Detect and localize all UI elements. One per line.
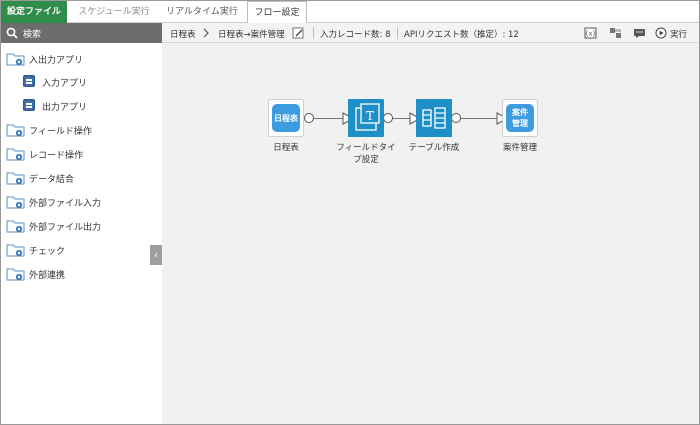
- category-label: チェック: [29, 247, 66, 257]
- category-data-join[interactable]: データ結合: [1, 169, 162, 187]
- node-icon-text-line: 管理: [512, 119, 528, 128]
- category-label: フィールド操作: [29, 127, 92, 137]
- breadcrumb-flow: 日程表→案件管理: [218, 30, 285, 40]
- category-label: 外部連携: [29, 271, 66, 281]
- node-label: テーブル作成: [408, 143, 460, 153]
- flow-node-field-type[interactable]: T: [348, 99, 384, 137]
- category-external-file-input[interactable]: 外部ファイル入力: [1, 193, 162, 211]
- node-icon-text: 日程表: [274, 114, 298, 123]
- search-icon: [6, 27, 18, 39]
- output-port[interactable]: [304, 113, 314, 123]
- app-icon: [23, 99, 35, 111]
- folder-gear-icon: [6, 220, 25, 233]
- component-sidebar: 検索 入出力アプリ 入力アプリ 出力アプリ フィールド操作 レコード操作 データ…: [1, 23, 162, 424]
- category-label: 外部ファイル入力: [29, 199, 102, 209]
- item-label: 出力アプリ: [42, 103, 88, 113]
- category-label: レコード操作: [29, 151, 84, 161]
- item-input-app[interactable]: 入力アプリ: [1, 73, 162, 91]
- item-output-app[interactable]: 出力アプリ: [1, 97, 162, 115]
- play-circle-icon[interactable]: [655, 27, 667, 39]
- api-request-estimate: APIリクエスト数（推定）: 12: [404, 30, 519, 40]
- folder-gear-icon: [6, 196, 25, 209]
- flow-node-schedule[interactable]: 日程表: [268, 99, 304, 137]
- node-label: 案件管理: [502, 143, 537, 153]
- category-io-apps[interactable]: 入出力アプリ: [1, 50, 162, 68]
- layout-icon[interactable]: [609, 27, 622, 39]
- input-record-count: 入力レコード数: 8: [320, 30, 391, 40]
- category-field-ops[interactable]: フィールド操作: [1, 121, 162, 139]
- tab-realtime-run[interactable]: リアルタイム実行: [159, 1, 245, 23]
- folder-gear-icon: [6, 244, 25, 257]
- run-button[interactable]: 実行: [670, 28, 687, 40]
- flow-toolbar: 日程表 日程表→案件管理 入力レコード数: 8 APIリクエスト数（推定）: 1…: [162, 23, 699, 43]
- main-tab-bar: 設定ファイル スケジュール実行 リアルタイム実行 フロー設定: [1, 1, 699, 24]
- category-record-ops[interactable]: レコード操作: [1, 145, 162, 163]
- node-label: 日程表: [273, 143, 299, 153]
- search-bar[interactable]: 検索: [1, 23, 162, 43]
- item-label: 入力アプリ: [42, 79, 88, 89]
- category-external-integration[interactable]: 外部連携: [1, 265, 162, 283]
- svg-text:{x}: {x}: [585, 31, 596, 38]
- folder-gear-icon: [6, 172, 25, 185]
- chevron-right-icon: [203, 28, 209, 38]
- flow-node-project-management[interactable]: 案件 管理: [502, 99, 538, 137]
- flow-workspace: 日程表 日程表→案件管理 入力レコード数: 8 APIリクエスト数（推定）: 1…: [162, 23, 699, 424]
- sidebar-collapse-button[interactable]: ‹: [150, 245, 162, 265]
- tab-scheduled-run[interactable]: スケジュール実行: [71, 1, 157, 23]
- connector-line: [454, 118, 501, 119]
- tab-settings-file[interactable]: 設定ファイル: [1, 1, 67, 23]
- node-label-line: プ設定: [353, 155, 379, 165]
- output-port[interactable]: [451, 113, 461, 123]
- category-label: 入出力アプリ: [29, 56, 84, 66]
- folder-gear-icon: [6, 53, 25, 66]
- breadcrumb-root[interactable]: 日程表: [170, 28, 196, 40]
- edit-icon[interactable]: [292, 27, 305, 39]
- comment-icon[interactable]: [633, 27, 646, 39]
- search-label: 検索: [23, 29, 42, 40]
- category-label: 外部ファイル出力: [29, 223, 102, 233]
- node-icon-text: T: [365, 109, 374, 123]
- toolbar-divider: [397, 27, 398, 39]
- folder-gear-icon: [6, 124, 25, 137]
- toolbar-divider: [313, 27, 314, 39]
- category-check[interactable]: チェック: [1, 241, 162, 259]
- node-label: フィールドタイ プ設定: [331, 142, 401, 166]
- output-port[interactable]: [383, 113, 393, 123]
- category-label: データ結合: [29, 175, 75, 185]
- variables-icon[interactable]: {x}: [584, 27, 597, 39]
- category-external-file-output[interactable]: 外部ファイル出力: [1, 217, 162, 235]
- node-icon-text-line: 案件: [512, 108, 528, 117]
- folder-gear-icon: [6, 268, 25, 281]
- node-label-line: フィールドタイ: [336, 143, 396, 153]
- app-icon: [23, 75, 35, 87]
- node-icon-text: 案件 管理: [506, 107, 534, 129]
- flow-node-create-table[interactable]: [416, 99, 452, 137]
- table-icon: [416, 99, 452, 137]
- tab-flow-settings[interactable]: フロー設定: [247, 1, 307, 24]
- folder-gear-icon: [6, 148, 25, 161]
